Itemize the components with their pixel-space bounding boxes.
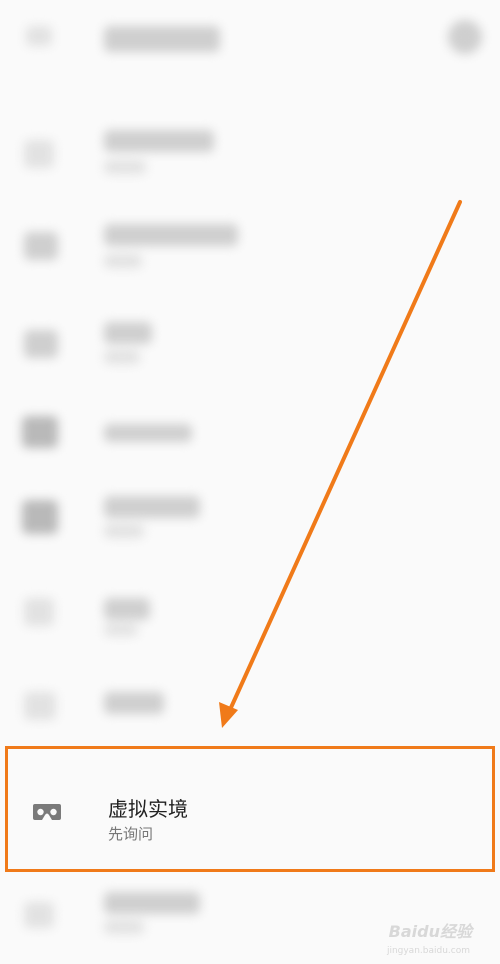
baidu-watermark: Baidu经验 (388, 922, 472, 941)
vr-headset-icon (32, 801, 62, 823)
blurred-row-subtext (104, 160, 146, 174)
settings-row-title: 虚拟实境 (108, 797, 188, 821)
blurred-row-text (104, 322, 152, 344)
blurred-back-icon (26, 26, 52, 46)
blurred-row-subtext (104, 524, 144, 538)
blurred-row-subtext (104, 624, 138, 636)
blurred-header-title (104, 26, 220, 52)
blurred-row-icon (24, 692, 56, 720)
blurred-row-icon (22, 500, 58, 534)
blurred-row-text (104, 130, 214, 152)
baidu-watermark-url: jingyan.baidu.com (386, 946, 470, 956)
blurred-row-text (104, 692, 164, 714)
blurred-row-text (104, 424, 192, 442)
blurred-row-icon (24, 232, 58, 260)
blurred-row-text (104, 598, 150, 620)
blurred-row-text (104, 496, 200, 518)
blurred-row-icon (24, 330, 58, 358)
blurred-row-icon (24, 902, 54, 928)
blurred-row-text (104, 224, 238, 246)
blurred-header-action (448, 20, 482, 54)
blurred-row-subtext (104, 254, 142, 268)
blurred-row-subtext (104, 350, 140, 364)
settings-row-subtitle: 先询问 (108, 825, 154, 843)
settings-row-virtual-reality[interactable]: 虚拟实境 先询问 (5, 746, 495, 872)
blurred-row-subtext (104, 920, 144, 934)
blurred-row-text (104, 892, 200, 914)
blurred-row-icon (24, 140, 54, 168)
blurred-row-icon (24, 598, 54, 626)
blurred-row-icon (22, 416, 58, 448)
